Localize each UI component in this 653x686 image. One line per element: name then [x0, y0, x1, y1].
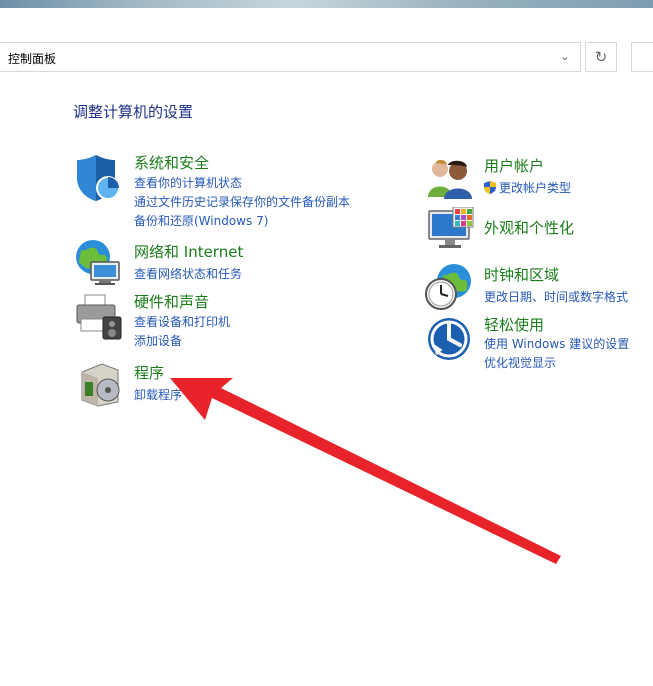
category-hardware-title[interactable]: 硬件和声音 [134, 291, 209, 312]
appearance-monitor-icon[interactable] [427, 207, 475, 253]
change-account-type-label: 更改帐户类型 [499, 181, 572, 195]
link-uninstall-program[interactable]: 卸载程序 [134, 386, 182, 403]
category-clock-title[interactable]: 时钟和区域 [484, 264, 559, 285]
link-recommended-settings[interactable]: 使用 Windows 建议的设置 [484, 335, 629, 352]
security-shield-icon[interactable] [74, 153, 122, 203]
printer-icon[interactable] [73, 293, 125, 343]
address-path: 控制面板 [8, 52, 57, 66]
refresh-button[interactable]: ↻ [585, 42, 617, 72]
link-change-account-type[interactable]: 更改帐户类型 [484, 179, 571, 196]
ease-of-access-icon[interactable] [426, 316, 472, 362]
link-file-history[interactable]: 通过文件历史记录保存你的文件备份副本 [134, 193, 350, 210]
search-box[interactable] [631, 42, 653, 72]
desktop-wallpaper-strip [0, 0, 653, 8]
link-backup-restore[interactable]: 备份和还原(Windows 7) [134, 212, 268, 229]
page-heading: 调整计算机的设置 [73, 103, 194, 121]
user-accounts-icon[interactable] [426, 157, 474, 199]
uac-shield-icon [484, 181, 496, 194]
link-change-date-time-format[interactable]: 更改日期、时间或数字格式 [484, 288, 628, 305]
refresh-icon: ↻ [594, 48, 608, 66]
category-appearance-title[interactable]: 外观和个性化 [484, 217, 574, 238]
category-ease-title[interactable]: 轻松使用 [484, 314, 544, 335]
programs-disc-icon[interactable] [80, 362, 124, 408]
link-view-computer-status[interactable]: 查看你的计算机状态 [134, 174, 242, 191]
link-network-status[interactable]: 查看网络状态和任务 [134, 265, 242, 282]
network-globe-icon[interactable] [73, 238, 125, 288]
category-programs-title[interactable]: 程序 [134, 362, 164, 383]
category-security-title[interactable]: 系统和安全 [134, 152, 209, 173]
category-network-title[interactable]: 网络和 Internet [134, 241, 243, 262]
link-devices-printers[interactable]: 查看设备和打印机 [134, 313, 230, 330]
address-bar[interactable]: 控制面板 [0, 42, 581, 72]
chevron-down-icon[interactable]: ⌄ [557, 50, 573, 64]
link-optimize-visual-display[interactable]: 优化视觉显示 [484, 354, 556, 371]
category-user-accounts-title[interactable]: 用户帐户 [484, 155, 544, 176]
link-add-device[interactable]: 添加设备 [134, 332, 182, 349]
clock-globe-icon[interactable] [424, 263, 474, 311]
